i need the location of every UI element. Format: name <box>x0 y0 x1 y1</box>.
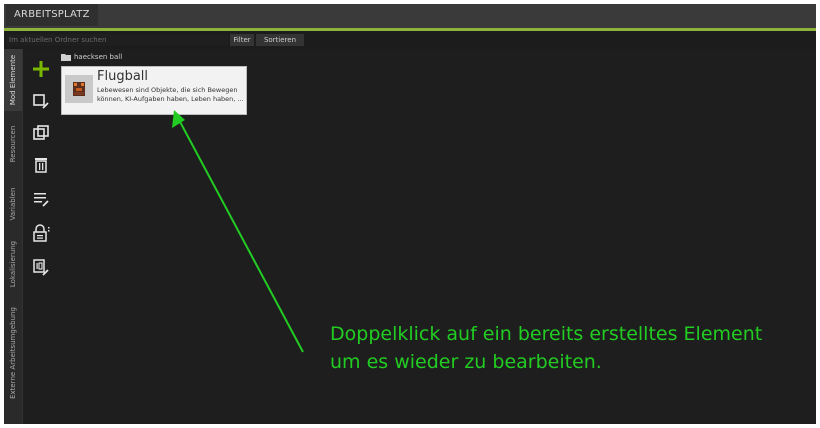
edit-element-icon[interactable] <box>31 91 51 111</box>
vtab-label: Lokalisierung <box>9 240 17 288</box>
element-title: Flugball <box>97 69 149 84</box>
annotation-line-1: Doppelklick auf ein bereits erstelltes E… <box>330 323 763 345</box>
vtab-label: Externe Arbeitsumgebung <box>9 307 17 399</box>
vtab-resourcen[interactable]: Resourcen <box>4 113 22 175</box>
annotation-text: Doppelklick auf ein bereits erstelltes E… <box>330 320 810 376</box>
filter-button[interactable]: Filter <box>230 34 254 46</box>
lock-icon[interactable] <box>31 223 51 243</box>
properties-icon[interactable] <box>31 189 51 209</box>
creature-thumbnail-icon <box>65 75 93 103</box>
duplicate-icon[interactable] <box>31 123 51 143</box>
workspace-window: ARBEITSPLATZ Im aktuellen Ordner suchen … <box>4 4 816 424</box>
vtab-lokalisierung[interactable]: Lokalisierung <box>4 233 22 295</box>
delete-icon[interactable] <box>31 155 51 175</box>
annotation-line-2: um es wieder zu bearbeiten. <box>330 351 602 373</box>
vtab-label: Variablen <box>9 187 17 221</box>
add-icon[interactable] <box>31 59 51 79</box>
folder-breadcrumb[interactable]: haecksen ball <box>59 51 122 63</box>
id-edit-icon[interactable] <box>31 257 51 277</box>
search-row: Im aktuellen Ordner suchen Filter Sortie… <box>4 31 816 49</box>
vtab-label: Resourcen <box>9 125 17 163</box>
sort-button[interactable]: Sortieren <box>256 34 304 46</box>
element-description: Lebewesen sind Objekte, die sich Bewegen… <box>97 86 244 103</box>
folder-icon <box>61 54 71 61</box>
search-input[interactable]: Im aktuellen Ordner suchen <box>6 34 228 46</box>
vtab-externe-arbeitsumgebung[interactable]: Externe Arbeitsumgebung <box>4 297 22 409</box>
vtab-variablen[interactable]: Variablen <box>4 175 22 233</box>
vtab-label: Mod Elemente <box>9 54 17 106</box>
vtab-mod-elemente[interactable]: Mod Elemente <box>4 49 22 111</box>
vertical-tab-strip: Mod Elemente Resourcen Variablen Lokalis… <box>4 49 23 424</box>
element-toolbar <box>23 49 59 424</box>
folder-label: haecksen ball <box>74 53 123 61</box>
element-card-flugball[interactable]: Flugball Lebewesen sind Objekte, die sic… <box>61 66 247 115</box>
tab-arbeitsplatz[interactable]: ARBEITSPLATZ <box>6 4 98 26</box>
tab-bar: ARBEITSPLATZ <box>4 4 816 28</box>
